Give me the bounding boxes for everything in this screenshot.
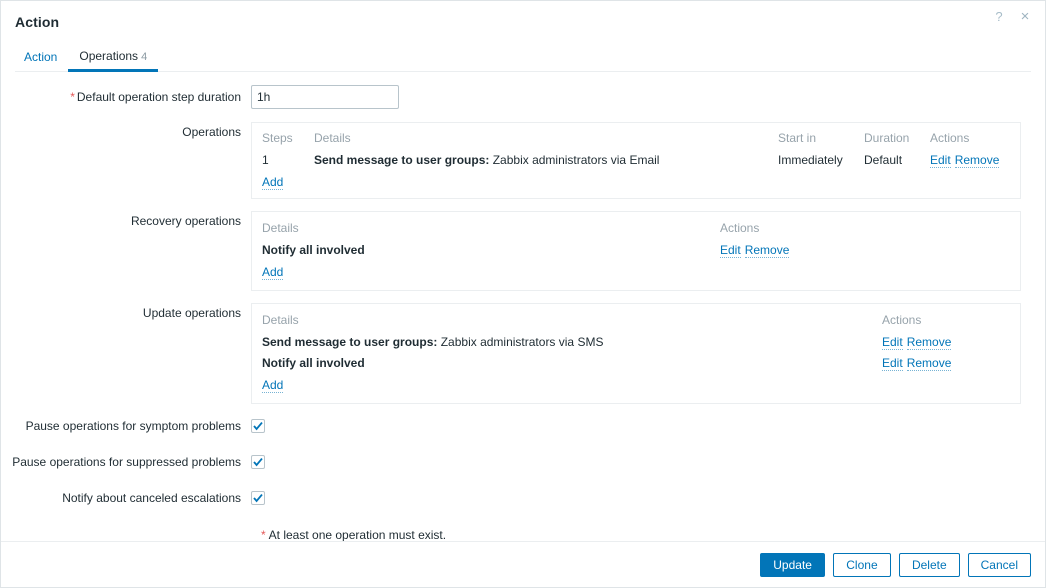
rcol-header-actions: Actions	[720, 221, 760, 235]
row-pause-symptom-problems: Pause operations for symptom problems	[1, 418, 1045, 434]
col-header-duration: Duration	[864, 131, 910, 145]
cell-actions: Edit Remove	[930, 150, 1010, 171]
update-edit-link-1[interactable]: Edit	[882, 335, 903, 350]
col-header-steps: Steps	[262, 131, 293, 145]
cancel-button[interactable]: Cancel	[967, 552, 1031, 577]
label-operations: Operations	[182, 125, 241, 139]
col-header-actions: Actions	[930, 131, 970, 145]
clone-button[interactable]: Clone	[832, 552, 891, 577]
tab-operations-count: 4	[141, 51, 148, 63]
table-row: Send message to user groups: Zabbix admi…	[262, 332, 1010, 353]
row-default-step-duration: * Default operation step duration	[1, 85, 1045, 109]
tab-action[interactable]: Action	[15, 50, 68, 72]
tab-action-label: Action	[24, 50, 58, 64]
dialog-header: Action ? ×	[1, 1, 1045, 43]
footnote-marker: *	[261, 528, 266, 541]
pause-symptom-problems-checkbox[interactable]	[251, 419, 265, 433]
operations-add-link[interactable]: Add	[262, 175, 284, 190]
label-pause-symptom-problems: Pause operations for symptom problems	[25, 419, 241, 433]
update-remove-link-1[interactable]: Remove	[906, 335, 952, 350]
default-step-duration-input[interactable]	[251, 85, 399, 109]
rcell-actions: Edit Remove	[720, 240, 1010, 261]
recovery-remove-link[interactable]: Remove	[744, 243, 790, 258]
delete-button[interactable]: Delete	[898, 552, 960, 577]
row-pause-suppressed-problems: Pause operations for suppressed problems	[1, 454, 1045, 470]
label-pause-suppressed-problems: Pause operations for suppressed problems	[12, 455, 241, 469]
cell-details-rest: Zabbix administrators via Email	[489, 153, 660, 167]
col-header-details: Details	[314, 131, 351, 145]
cell-start-in: Immediately	[778, 153, 843, 167]
ucell-details-bold-2: Notify all involved	[262, 356, 365, 370]
dialog-header-controls: ? ×	[991, 9, 1033, 25]
row-operations: Operations Steps Details Start in Durati…	[1, 122, 1045, 199]
recovery-operations-box: Details Actions Notify all involved Edit…	[251, 211, 1021, 291]
ucell-actions-2: Edit Remove	[882, 353, 1010, 374]
pause-suppressed-problems-checkbox[interactable]	[251, 455, 265, 469]
field-default-step-duration	[251, 85, 1045, 109]
row-notify-canceled-escalations: Notify about canceled escalations	[1, 490, 1045, 506]
field-recovery-operations: Details Actions Notify all involved Edit…	[251, 211, 1045, 291]
label-default-step-duration: * Default operation step duration	[1, 85, 251, 109]
recovery-add-link[interactable]: Add	[262, 265, 284, 280]
check-icon	[253, 458, 263, 467]
rcell-details: Notify all involved	[262, 240, 720, 261]
table-row: 1 Send message to user groups: Zabbix ad…	[262, 150, 1010, 171]
update-add-link[interactable]: Add	[262, 378, 284, 393]
update-edit-link-2[interactable]: Edit	[882, 356, 903, 371]
operations-table: Steps Details Start in Duration Actions …	[262, 129, 1010, 171]
check-icon	[253, 422, 263, 431]
label-recovery-operations: Recovery operations	[130, 214, 241, 228]
form-footnote: * At least one operation must exist.	[261, 528, 1045, 541]
ucol-header-details: Details	[262, 313, 299, 327]
help-icon[interactable]: ?	[991, 9, 1007, 25]
row-update-operations: Update operations Details Actions Send m…	[1, 303, 1045, 404]
table-row: Notify all involved Edit Remove	[262, 353, 1010, 374]
ucell-details-2: Notify all involved	[262, 353, 882, 374]
operations-header-row: Steps Details Start in Duration Actions	[262, 129, 1010, 150]
operations-remove-link[interactable]: Remove	[954, 153, 1000, 168]
label-notify-canceled-escalations: Notify about canceled escalations	[62, 491, 241, 505]
dialog-body: *Default operation step duration Operati…	[1, 72, 1045, 541]
check-icon	[253, 494, 263, 503]
cell-details: Send message to user groups: Zabbix admi…	[314, 150, 778, 171]
ucol-header-actions: Actions	[882, 313, 922, 327]
ucell-details-1: Send message to user groups: Zabbix admi…	[262, 332, 882, 353]
cell-duration: Default	[864, 153, 903, 167]
update-header-row: Details Actions	[262, 311, 1010, 332]
footnote-text: At least one operation must exist.	[268, 528, 447, 541]
dialog-tabs: Action Operations 4	[1, 43, 1045, 72]
table-row: Notify all involved Edit Remove	[262, 240, 1010, 261]
update-remove-link-2[interactable]: Remove	[906, 356, 952, 371]
recovery-header-row: Details Actions	[262, 219, 1010, 240]
page-title: Action	[15, 14, 60, 30]
label-default-step-duration-text: Default operation step duration	[76, 90, 241, 104]
recovery-operations-table: Details Actions Notify all involved Edit…	[262, 219, 1010, 261]
tab-operations[interactable]: Operations 4	[68, 49, 159, 72]
ucell-details-rest-1: Zabbix administrators via SMS	[437, 335, 604, 349]
col-header-start-in: Start in	[778, 131, 817, 145]
recovery-edit-link[interactable]: Edit	[720, 243, 741, 258]
field-update-operations: Details Actions Send message to user gro…	[251, 303, 1045, 404]
update-button[interactable]: Update	[760, 552, 825, 577]
operations-edit-link[interactable]: Edit	[930, 153, 951, 168]
notify-canceled-escalations-checkbox[interactable]	[251, 491, 265, 505]
action-dialog: Action ? × Action Operations 4 * Default o…	[0, 0, 1046, 588]
label-update-operations: Update operations	[142, 306, 241, 320]
rcol-header-details: Details	[262, 221, 299, 235]
row-recovery-operations: Recovery operations Details Actions Noti…	[1, 211, 1045, 291]
required-marker: *	[70, 90, 75, 104]
cell-details-bold: Send message to user groups:	[314, 153, 490, 167]
ucell-details-bold-1: Send message to user groups:	[262, 335, 438, 349]
tab-operations-label: Operations	[79, 49, 139, 63]
field-operations: Steps Details Start in Duration Actions …	[251, 122, 1045, 199]
update-operations-table: Details Actions Send message to user gro…	[262, 311, 1010, 374]
ucell-actions-1: Edit Remove	[882, 332, 1010, 353]
rcell-details-bold: Notify all involved	[262, 243, 365, 257]
cell-steps: 1	[262, 153, 269, 167]
dialog-footer: Update Clone Delete Cancel	[1, 541, 1045, 587]
update-operations-box: Details Actions Send message to user gro…	[251, 303, 1021, 404]
close-icon[interactable]: ×	[1017, 9, 1033, 25]
operations-box: Steps Details Start in Duration Actions …	[251, 122, 1021, 199]
